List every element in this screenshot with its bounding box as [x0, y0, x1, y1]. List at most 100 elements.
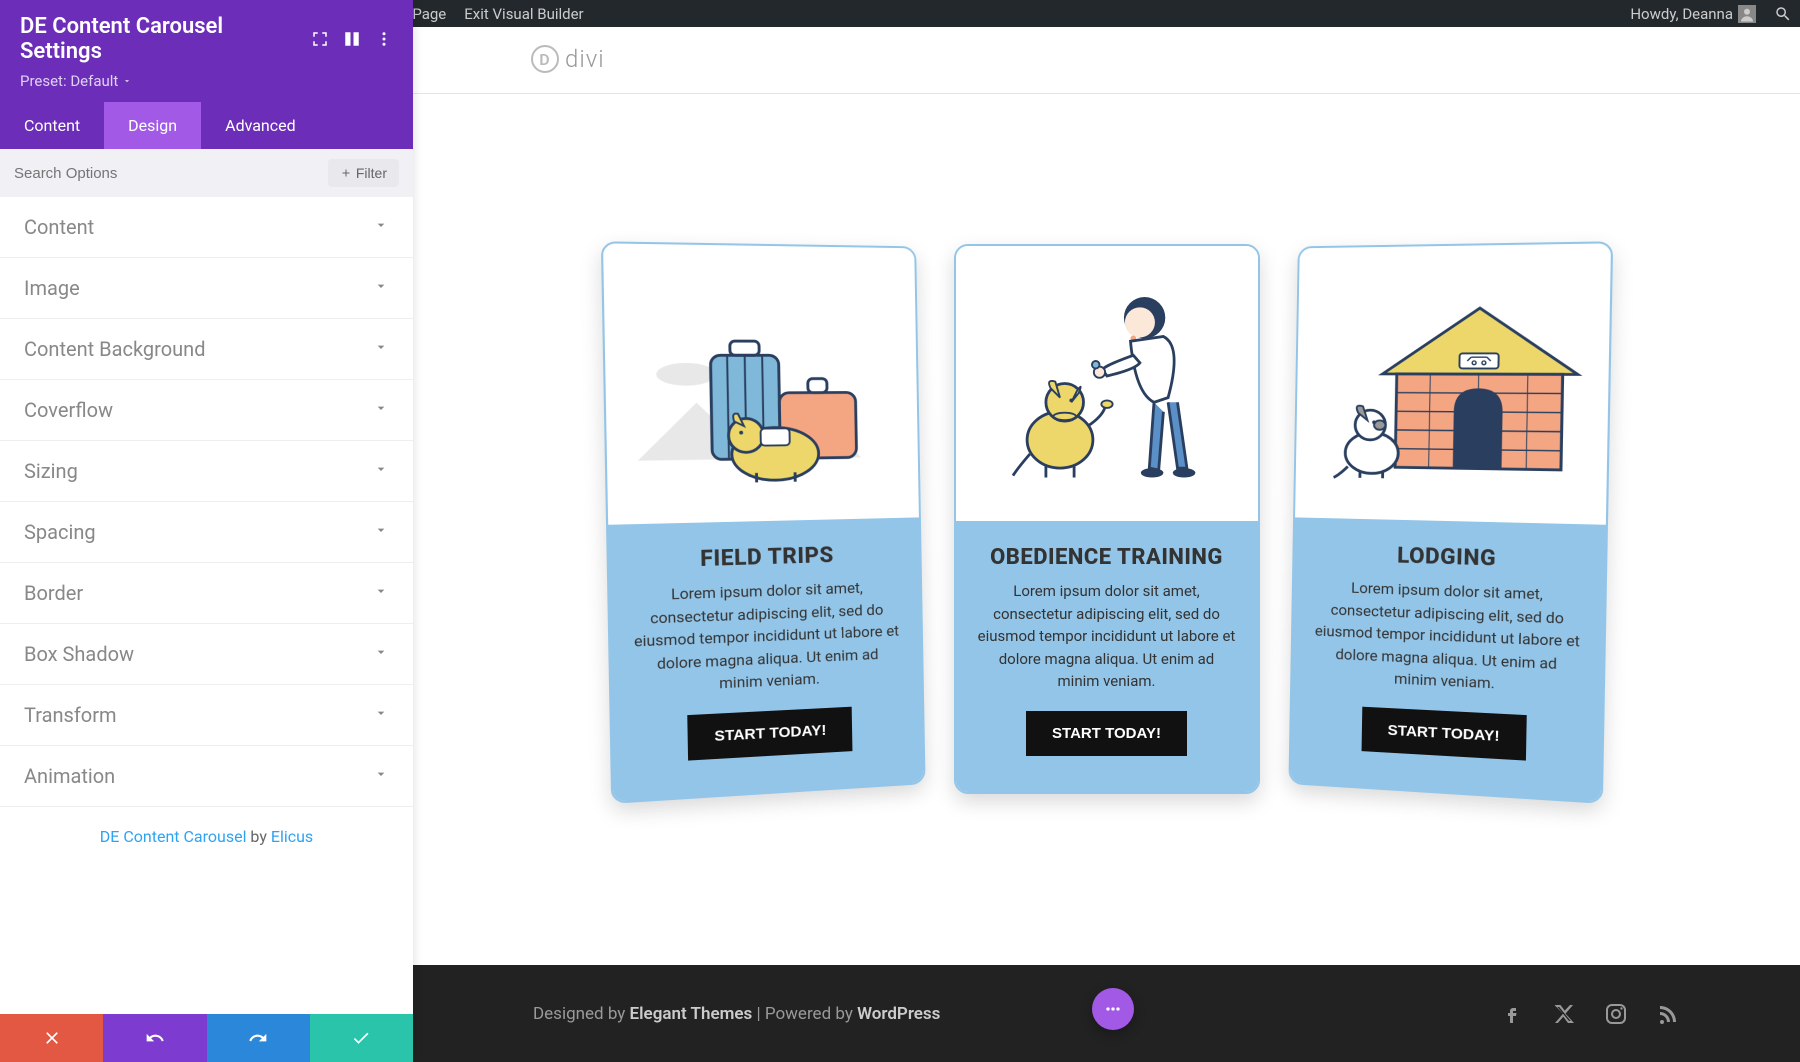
carousel-card: LODGING Lorem ipsum dolor sit amet, cons… — [1288, 241, 1613, 804]
section-label: Animation — [24, 764, 115, 788]
undo-icon — [145, 1028, 165, 1048]
avatar-icon — [1738, 5, 1756, 23]
section-coverflow[interactable]: Coverflow — [0, 380, 413, 441]
search-toggle[interactable] — [1774, 5, 1792, 23]
preset-selector[interactable]: Preset: Default — [20, 72, 393, 90]
section-border[interactable]: Border — [0, 563, 413, 624]
section-box-shadow[interactable]: Box Shadow — [0, 624, 413, 685]
credits-author-link[interactable]: Elicus — [271, 827, 313, 846]
chevron-down-icon — [373, 461, 389, 481]
section-label: Spacing — [24, 520, 96, 544]
expand-icon[interactable] — [311, 30, 329, 48]
carousel-card: FIELD TRIPS Lorem ipsum dolor sit amet, … — [600, 241, 925, 804]
carousel-card: OBEDIENCE TRAINING Lorem ipsum dolor sit… — [954, 244, 1260, 794]
save-button[interactable] — [310, 1014, 413, 1062]
section-label: Content — [24, 215, 94, 239]
search-input[interactable] — [14, 165, 318, 182]
panel-actions — [0, 1014, 413, 1062]
chevron-down-icon — [373, 278, 389, 298]
section-label: Box Shadow — [24, 642, 134, 666]
more-horizontal-icon — [1103, 999, 1123, 1019]
undo-button[interactable] — [103, 1014, 206, 1062]
divi-logo-icon: D — [531, 45, 559, 73]
builder-fab[interactable] — [1092, 988, 1134, 1030]
cancel-button[interactable] — [0, 1014, 103, 1062]
panel-tabs: Content Design Advanced — [0, 102, 413, 149]
section-sizing[interactable]: Sizing — [0, 441, 413, 502]
filter-button[interactable]: Filter — [328, 159, 399, 187]
section-content-background[interactable]: Content Background — [0, 319, 413, 380]
footer-credits: Designed by Elegant Themes | Powered by … — [533, 1004, 940, 1024]
divi-logo-text: divi — [565, 45, 605, 73]
howdy-user[interactable]: Howdy, Deanna — [1630, 5, 1756, 23]
howdy-label: Howdy, Deanna — [1630, 5, 1733, 23]
chevron-down-icon — [373, 339, 389, 359]
section-label: Content Background — [24, 337, 205, 361]
footer-social-icons — [1500, 1002, 1680, 1026]
facebook-icon[interactable] — [1500, 1002, 1524, 1026]
card-title: OBEDIENCE TRAINING — [990, 545, 1223, 570]
rss-icon[interactable] — [1656, 1002, 1680, 1026]
credits-by: by — [246, 827, 270, 846]
section-label: Sizing — [24, 459, 78, 483]
preview-area: D divi — [413, 27, 1800, 1062]
divi-header: D divi — [413, 27, 1800, 94]
check-icon — [351, 1028, 371, 1048]
chevron-down-icon — [373, 217, 389, 237]
section-image[interactable]: Image — [0, 258, 413, 319]
section-spacing[interactable]: Spacing — [0, 502, 413, 563]
card-body: FIELD TRIPS Lorem ipsum dolor sit amet, … — [608, 517, 923, 801]
footer-designed-by: Designed by — [533, 1004, 630, 1024]
filter-label: Filter — [356, 165, 387, 181]
accordion-list: Content Image Content Background Coverfl… — [0, 197, 413, 1014]
columns-icon[interactable] — [343, 30, 361, 48]
chevron-down-icon — [373, 522, 389, 542]
panel-title: DE Content Carousel Settings — [20, 14, 299, 64]
section-label: Coverflow — [24, 398, 113, 422]
card-description: Lorem ipsum dolor sit amet, consectetur … — [632, 576, 899, 699]
section-content[interactable]: Content — [0, 197, 413, 258]
section-transform[interactable]: Transform — [0, 685, 413, 746]
card-cta-button[interactable]: START TODAY! — [1361, 706, 1527, 760]
card-description: Lorem ipsum dolor sit amet, consectetur … — [978, 580, 1236, 693]
card-title: LODGING — [1396, 544, 1495, 572]
preset-label: Preset: Default — [20, 72, 118, 90]
settings-panel: DE Content Carousel Settings Preset: Def… — [0, 0, 413, 1062]
card-body: OBEDIENCE TRAINING Lorem ipsum dolor sit… — [956, 521, 1258, 792]
plus-icon — [340, 167, 352, 179]
divi-logo[interactable]: D divi — [531, 45, 1800, 73]
carousel: FIELD TRIPS Lorem ipsum dolor sit amet, … — [413, 94, 1800, 854]
chevron-down-icon — [373, 644, 389, 664]
section-label: Border — [24, 581, 83, 605]
redo-icon — [248, 1028, 268, 1048]
panel-header: DE Content Carousel Settings Preset: Def… — [0, 0, 413, 102]
card-cta-button[interactable]: START TODAY! — [686, 706, 852, 760]
chevron-down-icon — [373, 583, 389, 603]
search-row: Filter — [0, 149, 413, 197]
tab-design[interactable]: Design — [104, 102, 201, 149]
x-twitter-icon[interactable] — [1552, 1002, 1576, 1026]
tab-content[interactable]: Content — [0, 102, 104, 149]
footer-platform-link[interactable]: WordPress — [857, 1004, 940, 1024]
panel-credits: DE Content Carousel by Elicus — [0, 807, 413, 866]
card-cta-button[interactable]: START TODAY! — [1026, 711, 1187, 756]
card-illustration-obedience — [956, 246, 1258, 521]
section-label: Image — [24, 276, 80, 300]
footer-sep: | Powered by — [752, 1004, 857, 1024]
card-description: Lorem ipsum dolor sit amet, consectetur … — [1313, 576, 1580, 699]
section-animation[interactable]: Animation — [0, 746, 413, 807]
card-title: FIELD TRIPS — [700, 543, 834, 572]
more-vertical-icon[interactable] — [375, 30, 393, 48]
instagram-icon[interactable] — [1604, 1002, 1628, 1026]
footer-theme-link[interactable]: Elegant Themes — [630, 1004, 753, 1024]
chevron-down-icon — [373, 766, 389, 786]
section-label: Transform — [24, 703, 117, 727]
search-icon — [1774, 5, 1792, 23]
exit-builder-item[interactable]: Exit Visual Builder — [464, 5, 583, 23]
tab-advanced[interactable]: Advanced — [201, 102, 320, 149]
card-illustration-lodging — [1295, 243, 1611, 524]
close-icon — [42, 1028, 62, 1048]
credits-module-link[interactable]: DE Content Carousel — [100, 827, 247, 846]
redo-button[interactable] — [207, 1014, 310, 1062]
chevron-down-icon — [373, 400, 389, 420]
